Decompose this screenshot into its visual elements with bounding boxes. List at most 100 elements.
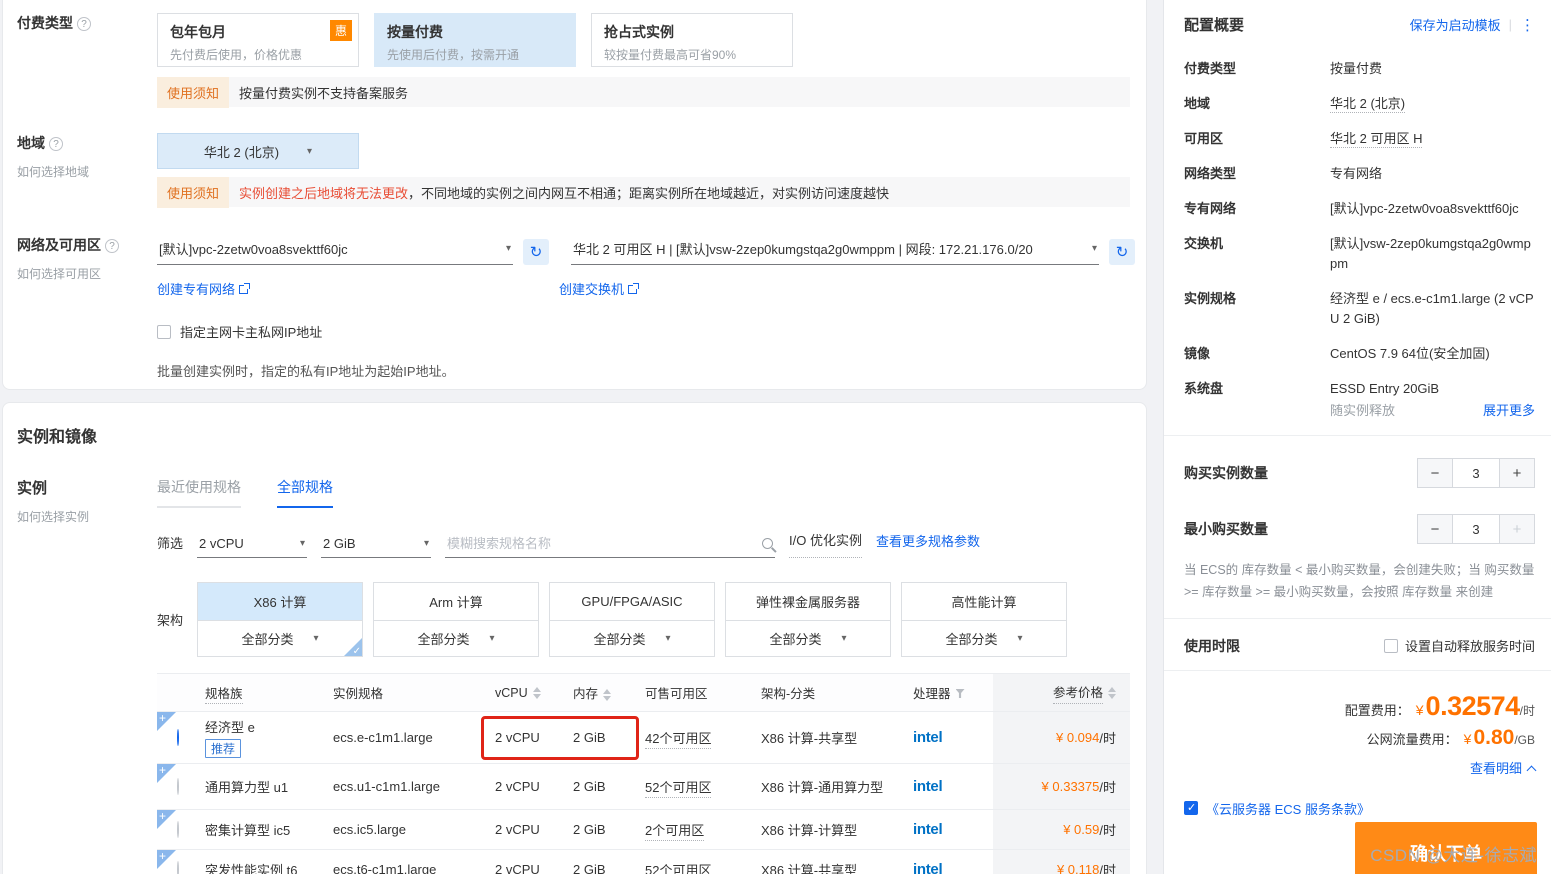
minus-button[interactable]: − [1418,515,1452,543]
payment-type-row: 付费类型? 包年包月 先付费后使用，价格优惠 惠 按量付费 先使用后付费，按需开… [17,13,1130,107]
instance-image-panel: 实例和镜像 实例 如何选择实例 最近使用规格 全部规格 筛选 2 vCPU ▾ [2,402,1147,874]
auto-release-label: 设置自动释放服务时间 [1405,636,1535,655]
summary-row: 可用区华北 2 可用区 H [1184,129,1535,149]
spec-radio[interactable] [177,861,179,874]
price-block: 配置费用：¥0.32574/时 公网流量费用：¥0.80/GB 查看明细 [1184,691,1535,777]
summary-row-system-disk: 系统盘 ESSD Entry 20GiB 随实例释放展开更多 [1184,379,1535,421]
auto-release-checkbox[interactable] [1384,639,1398,653]
private-ip-checkbox[interactable] [157,325,171,339]
instance-label: 实例 [17,480,47,497]
summary-row: 地域华北 2 (北京) [1184,94,1535,114]
how-to-choose-zone-link[interactable]: 如何选择可用区 [17,265,157,282]
spec-row-t6[interactable]: + 突发性能实例 t6 ecs.t6-c1m1.large 2 vCPU 2 G… [157,850,1130,874]
tab-recent-specs[interactable]: 最近使用规格 [157,477,241,508]
min-quantity-stepper: − 3 + [1417,514,1535,544]
discount-badge: 惠 [330,20,352,41]
check-icon: ✓ [353,646,361,657]
intel-logo: intel [913,821,942,838]
divider [1164,618,1551,619]
payment-type-label: 付费类型 [17,15,73,31]
arch-card-gpu[interactable]: GPU/FPGA/ASIC 全部分类▾ [549,582,715,657]
save-launch-template-link[interactable]: 保存为启动模板 [1410,15,1501,34]
spec-row-u1[interactable]: + 通用算力型 u1 ecs.u1-c1m1.large 2 vCPU 2 Gi… [157,764,1130,810]
divider [1164,670,1551,671]
create-vswitch-link[interactable]: 创建交换机 [559,279,637,298]
purchase-quantity-label: 购买实例数量 [1184,463,1268,483]
arch-category-select[interactable]: 全部分类▾ [902,620,1066,656]
spec-row-ic5[interactable]: + 密集计算型 ic5 ecs.ic5.large 2 vCPU 2 GiB 2… [157,810,1130,850]
arch-category-select[interactable]: 全部分类▾ [198,620,362,656]
spec-radio[interactable] [177,821,179,838]
arch-card-arm[interactable]: Arm 计算 全部分类▾ [373,582,539,657]
min-quantity-row: 最小购买数量 − 3 + [1184,514,1535,544]
usage-period-label: 使用时限 [1184,636,1240,656]
mem-sort-header[interactable]: 内存 [567,683,639,702]
basic-config-panel: 付费类型? 包年包月 先付费后使用，价格优惠 惠 按量付费 先使用后付费，按需开… [2,0,1147,390]
vcpu-filter-select[interactable]: 2 vCPU ▾ [197,532,307,558]
cpu-filter-header[interactable]: 处理器 [907,683,993,702]
payment-option-spot[interactable]: 抢占式实例 较按量付费最高可省90% [591,13,793,67]
chevron-down-icon: ▾ [1092,243,1097,254]
arch-card-x86[interactable]: X86 计算 全部分类▾ ✓ [197,582,363,657]
search-icon[interactable] [762,538,773,549]
more-spec-params-link[interactable]: 查看更多规格参数 [876,531,980,558]
io-optimized-label[interactable]: I/O 优化实例 [789,530,862,558]
how-to-choose-instance-link[interactable]: 如何选择实例 [17,508,157,525]
arch-card-baremetal[interactable]: 弹性裸金属服务器 全部分类▾ [725,582,891,657]
summary-title: 配置概要 [1184,14,1410,35]
external-link-icon [239,285,248,294]
view-detail-link[interactable]: 查看明细 [1470,761,1522,776]
price-sort-header[interactable]: 参考价格 [993,674,1130,711]
traffic-fee-value: 0.80 [1473,726,1514,749]
memory-filter-select[interactable]: 2 GiB ▾ [321,532,431,558]
spec-search-box [445,532,775,558]
private-ip-checkbox-label: 指定主网卡主私网IP地址 [180,322,322,341]
refresh-vpc-button[interactable]: ↻ [523,239,549,265]
arch-card-hpc[interactable]: 高性能计算 全部分类▾ [901,582,1067,657]
refresh-vswitch-button[interactable]: ↻ [1109,239,1135,265]
chevron-down-icon: ▾ [300,538,305,549]
payment-option-subscription[interactable]: 包年包月 先付费后使用，价格优惠 惠 [157,13,359,67]
arch-category-select[interactable]: 全部分类▾ [374,620,538,656]
min-quantity-value[interactable]: 3 [1452,515,1500,543]
region-notice: 使用须知 实例创建之后地域将无法更改，不同地域的实例之间内网互不相通；距离实例所… [157,177,1130,207]
plus-button[interactable]: + [1500,459,1534,487]
summary-row: 付费类型按量付费 [1184,59,1535,79]
how-to-choose-region-link[interactable]: 如何选择地域 [17,163,157,180]
create-vpc-link[interactable]: 创建专有网络 [157,279,559,298]
payment-option-payg-selected[interactable]: 按量付费 先使用后付费，按需开通 [374,13,576,67]
batch-create-note: 批量创建实例时，指定的私有IP地址为起始IP地址。 [157,361,1135,380]
vcpu-sort-header[interactable]: vCPU [489,686,567,700]
confirm-order-button[interactable]: 确认下单 [1355,822,1537,874]
spec-radio-selected[interactable] [177,729,179,746]
external-link-icon [628,285,637,294]
chevron-down-icon: ▾ [841,633,846,644]
config-fee-value: 0.32574 [1426,691,1520,721]
more-menu-icon[interactable]: ⋮ [1520,16,1535,34]
chevron-down-icon: ▾ [1017,633,1022,644]
spec-row-economy-e[interactable]: + 经济型 e推荐 ecs.e-c1m1.large 2 vCPU 2 GiB … [157,712,1130,764]
release-with-instance-label: 随实例释放 [1330,401,1395,421]
ecs-terms-link[interactable]: 《云服务器 ECS 服务条款》 [1206,799,1370,818]
spec-tabs: 最近使用规格 全部规格 [157,477,1130,508]
help-icon[interactable]: ? [49,137,63,151]
arch-category-select[interactable]: 全部分类▾ [550,620,714,656]
summary-row: 交换机[默认]vsw-2zep0kumgstqa2g0wmppm [1184,234,1535,274]
tab-all-specs[interactable]: 全部规格 [277,477,333,508]
region-select[interactable]: 华北 2 (北京) ▾ [157,133,359,169]
spec-radio[interactable] [177,778,179,795]
vpc-select[interactable]: [默认]vpc-2zetw0voa8svekttf60jc ▾ [157,235,513,265]
help-icon[interactable]: ? [105,239,119,253]
spec-search-input[interactable] [447,536,762,551]
divider [1164,435,1551,436]
ecs-purchase-page: 付费类型? 包年包月 先付费后使用，价格优惠 惠 按量付费 先使用后付费，按需开… [0,0,1551,874]
agreement-checkbox-checked[interactable] [1184,801,1198,815]
region-label: 地域 [17,135,45,151]
vswitch-select[interactable]: 华北 2 可用区 H | [默认]vsw-2zep0kumgstqa2g0wmp… [571,235,1099,265]
arch-category-select[interactable]: 全部分类▾ [726,620,890,656]
minus-button[interactable]: − [1418,459,1452,487]
expand-more-link[interactable]: 展开更多 [1483,401,1535,421]
filter-label: 筛选 [157,533,183,558]
purchase-quantity-value[interactable]: 3 [1452,459,1500,487]
help-icon[interactable]: ? [77,17,91,31]
